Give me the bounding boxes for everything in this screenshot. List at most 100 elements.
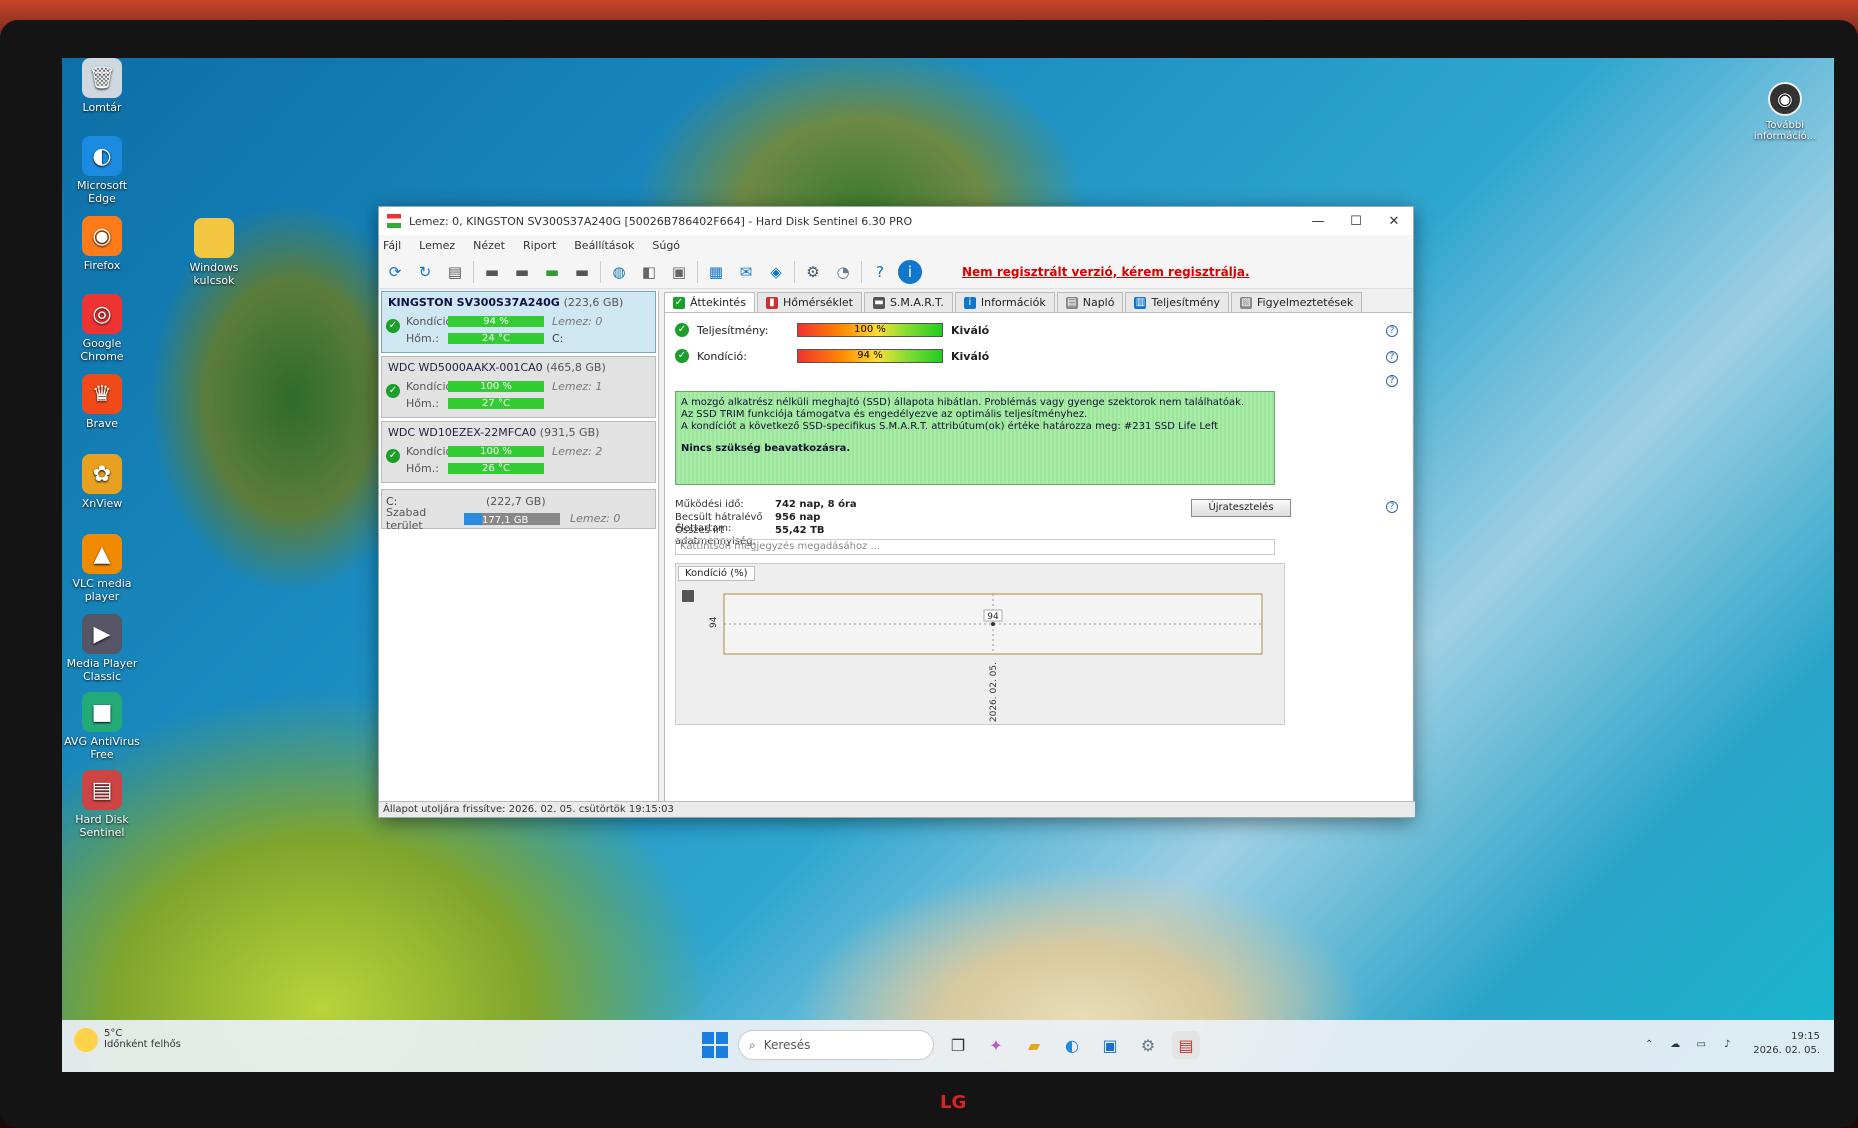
menu-item[interactable]: Nézet — [473, 239, 505, 252]
store-icon[interactable]: ▣ — [1096, 1031, 1124, 1059]
disk-tool-icon[interactable]: ▬ — [570, 260, 594, 284]
taskbar-center: ⌕ Keresés ❐ ✦ ▰ ◐ ▣ ⚙ ▤ — [702, 1030, 1210, 1060]
performance-label: Teljesítmény: — [697, 323, 769, 337]
close-button[interactable]: ✕ — [1375, 214, 1413, 229]
print-icon[interactable]: ▣ — [667, 260, 691, 284]
tab-item[interactable]: ▤ Napló — [1056, 292, 1124, 312]
help-icon[interactable]: ? — [1386, 325, 1398, 337]
help-icon[interactable]: ? — [1386, 351, 1398, 363]
health-bar: 100 % — [448, 381, 544, 392]
temperature-bar: 24 °C — [448, 333, 544, 344]
task-view-icon[interactable]: ❐ — [944, 1031, 972, 1059]
chevron-up-icon[interactable]: ⌃ — [1641, 1039, 1657, 1050]
chart-data-label: 94 — [987, 612, 999, 622]
stat-row: Becsült hátralévő élettartam: 956 nap — [675, 512, 821, 534]
desktop-icon-xnview[interactable]: ✿ XnView — [62, 454, 142, 510]
chart-point — [991, 622, 995, 626]
menu-item[interactable]: Fájl — [383, 239, 401, 252]
disk-icon[interactable]: ▤ — [443, 260, 467, 284]
settings-icon[interactable]: ⚙ — [801, 260, 825, 284]
tab-item[interactable]: ▧ Figyelmeztetések — [1231, 292, 1363, 312]
check-icon: ✓ — [675, 349, 689, 363]
disk-list: KINGSTON SV300S37A240G (223,6 GB) ✓ Kondíc… — [379, 291, 658, 483]
title-bar[interactable]: Lemez: 0, KINGSTON SV300S37A240G [50026B… — [379, 207, 1413, 235]
help-icon[interactable]: ? — [1386, 375, 1398, 387]
help-icon[interactable]: ? — [1386, 501, 1398, 513]
disk-test-icon[interactable]: ▬ — [480, 260, 504, 284]
desktop-icon-mpc[interactable]: ▶ Media Player Classic — [62, 614, 142, 683]
network-icon[interactable]: ▭ — [1693, 1039, 1709, 1050]
stat-row: Összes írt adatmennyiség: 55,42 TB — [675, 525, 825, 547]
mpc-icon: ▶ — [82, 614, 122, 654]
menu-item[interactable]: Riport — [523, 239, 556, 252]
menu-item[interactable]: Lemez — [419, 239, 455, 252]
status-description: A mozgó alkatrész nélküli meghajtó (SSD)… — [675, 391, 1275, 485]
volume-c[interactable]: C: (222,7 GB) Szabad terület 177,1 GB Le… — [381, 489, 656, 532]
tab-item[interactable]: ▥ Teljesítmény — [1125, 292, 1230, 312]
disk-item[interactable]: KINGSTON SV300S37A240G (223,6 GB) ✓ Kondíc… — [381, 291, 656, 353]
file-explorer-icon[interactable]: ▰ — [1020, 1031, 1048, 1059]
copilot-icon[interactable]: ✦ — [982, 1031, 1010, 1059]
desktop-icon-avg[interactable]: ■ AVG AntiVirus Free — [62, 692, 142, 761]
avg-icon: ■ — [82, 692, 122, 732]
disk-item[interactable]: WDC WD5000AAKX-001CA0 (465,8 GB) ✓ Kondíci… — [381, 356, 656, 418]
menu-item[interactable]: Súgó — [652, 239, 680, 252]
vlc-icon: ▲ — [82, 534, 122, 574]
desktop-icon-recycle-bin[interactable]: 🗑 Lomtár — [62, 58, 142, 114]
alert-settings-icon[interactable]: ◔ — [831, 260, 855, 284]
clock[interactable]: 19:15 2026. 02. 05. — [1753, 1030, 1820, 1058]
chart-y-tick: 94 — [709, 616, 719, 628]
settings-icon[interactable]: ⚙ — [1134, 1031, 1162, 1059]
hard-disk-sentinel-taskbar-icon[interactable]: ▤ — [1172, 1031, 1200, 1059]
desktop-icon-vlc[interactable]: ▲ VLC media player — [62, 534, 142, 603]
health-row: ✓ Kondíció: 94 % Kiváló — [675, 349, 989, 363]
register-link[interactable]: Nem regisztrált verzió, kérem regisztrál… — [962, 265, 1250, 279]
more-info-button[interactable]: ◉ További információ... — [1750, 82, 1820, 142]
toolbar-separator — [794, 260, 795, 283]
tab-item[interactable]: i Információk — [954, 292, 1055, 312]
globe-icon[interactable]: ◍ — [607, 260, 631, 284]
menu-item[interactable]: Beállítások — [574, 239, 634, 252]
info-icon[interactable]: i — [898, 259, 922, 284]
desktop-icon-edge[interactable]: ◐ Microsoft Edge — [62, 136, 142, 205]
volume-icon[interactable]: ♪ — [1719, 1039, 1735, 1050]
toolbar-separator — [473, 260, 474, 283]
disk-item[interactable]: WDC WD10EZEX-22MFCA0 (931,5 GB) ✓ Kondíció… — [381, 421, 656, 483]
desktop-icon-brave[interactable]: ♛ Brave — [62, 374, 142, 430]
tab-item[interactable]: ▮ Hőmérséklet — [756, 292, 862, 312]
desktop-folder-label: Windows kulcsok — [189, 261, 239, 287]
mail-icon[interactable]: ✉ — [734, 260, 758, 284]
taskbar-search[interactable]: ⌕ Keresés — [738, 1030, 934, 1060]
info-line: A mozgó alkatrész nélküli meghajtó (SSD)… — [681, 397, 1245, 408]
desktop-icon-firefox[interactable]: ◉ Firefox — [62, 216, 142, 272]
backup-icon[interactable]: ◧ — [637, 260, 661, 284]
retest-button[interactable]: Újratesztelés — [1191, 499, 1291, 517]
app-icon — [387, 214, 401, 228]
health-bar: 100 % — [448, 446, 544, 457]
desktop-icon-hds[interactable]: ▤ Hard Disk Sentinel — [62, 770, 142, 839]
note-input[interactable]: Kattintson megjegyzés megadásához ... — [675, 539, 1275, 555]
refresh-all-icon[interactable]: ↻ — [413, 260, 437, 284]
cloud-icon[interactable]: ☁ — [1667, 1039, 1683, 1050]
report-icon[interactable]: ▦ — [704, 260, 728, 284]
info-line: A kondíciót a következő SSD-specifikus S… — [681, 421, 1219, 432]
disk-check-icon[interactable]: ▬ — [540, 260, 564, 284]
free-space-value: 177,1 GB — [482, 514, 529, 526]
weather-widget[interactable]: 5°C Időnként felhős — [74, 1028, 181, 1052]
minimize-button[interactable]: — — [1299, 214, 1337, 229]
network-icon[interactable]: ◈ — [764, 260, 788, 284]
desktop-icon-chrome[interactable]: ◎ Google Chrome — [62, 294, 142, 363]
disk-schedule-icon[interactable]: ▬ — [510, 260, 534, 284]
desktop-folder-windows-keys[interactable]: Windows kulcsok — [174, 218, 254, 287]
edge-icon[interactable]: ◐ — [1058, 1031, 1086, 1059]
start-button[interactable] — [702, 1032, 728, 1058]
disk-index: Lemez: 2 — [552, 445, 603, 458]
hds-icon: ▤ — [82, 770, 122, 810]
tab-item[interactable]: ▬ S.M.A.R.T. — [863, 292, 953, 312]
alerts-icon: ▧ — [1240, 296, 1253, 309]
refresh-icon[interactable]: ⟳ — [383, 260, 407, 284]
check-icon: ✓ — [386, 319, 400, 333]
help-icon[interactable]: ? — [868, 260, 892, 284]
tab-item[interactable]: ✓ Áttekintés — [664, 292, 755, 312]
maximize-button[interactable]: ☐ — [1337, 214, 1375, 229]
